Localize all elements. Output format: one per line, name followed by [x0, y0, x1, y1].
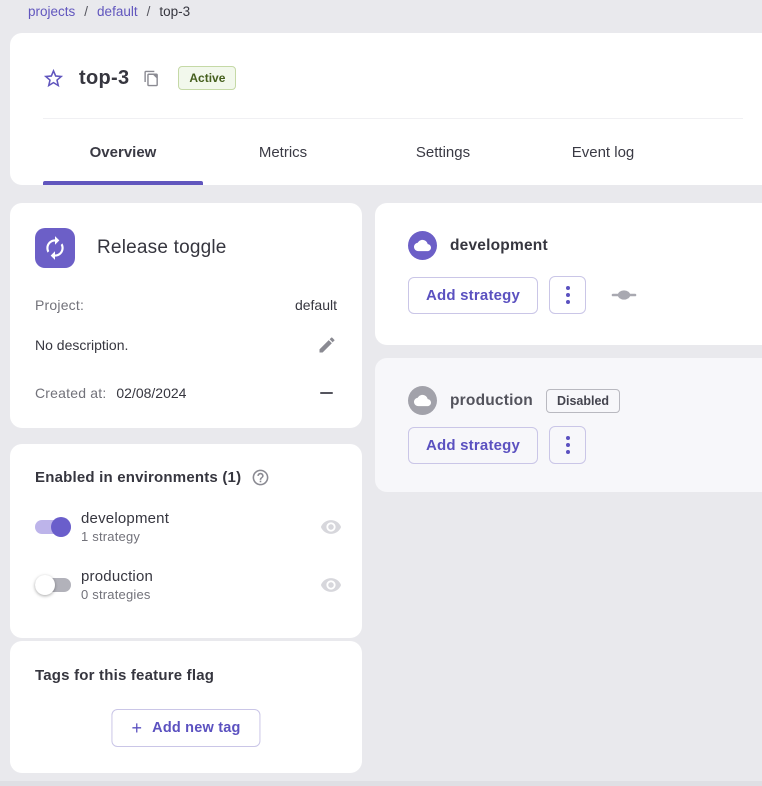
favorite-button[interactable] [42, 67, 65, 90]
created-at: Created at: 02/08/2024 [35, 385, 186, 401]
description-row: No description. [35, 335, 337, 355]
star-icon [42, 67, 65, 90]
tab-metrics[interactable]: Metrics [203, 119, 363, 185]
cloud-icon [414, 237, 431, 254]
environment-card-title: development [450, 237, 548, 255]
flag-type-label: Release toggle [97, 237, 227, 259]
development-more-actions-button[interactable] [549, 276, 586, 314]
minus-icon [320, 392, 333, 394]
feature-flag-page: projects / default / top-3 top-3 Active … [0, 0, 762, 786]
kebab-dot [566, 286, 570, 290]
disabled-badge: Disabled [546, 389, 620, 413]
environment-strategy-count: 0 strategies [81, 587, 153, 602]
help-button[interactable] [251, 468, 270, 487]
preview-development-button[interactable] [320, 516, 342, 538]
add-strategy-button-development[interactable]: Add strategy [408, 277, 538, 314]
release-toggle-icon [35, 228, 75, 268]
cloud-icon [414, 392, 431, 409]
environment-card-development: development Add strategy [375, 203, 762, 345]
copy-name-button[interactable] [143, 70, 160, 87]
plus-icon: + [131, 721, 142, 735]
help-icon [251, 468, 270, 487]
environment-name: production [81, 568, 153, 585]
production-more-actions-button[interactable] [549, 426, 586, 464]
page-title: top-3 [79, 67, 129, 90]
kebab-dot [566, 293, 570, 297]
environment-row-production: production 0 strategies [35, 568, 342, 602]
copy-icon [143, 70, 160, 87]
add-new-tag-button[interactable]: + Add new tag [111, 709, 260, 747]
breadcrumb-projects-link[interactable]: projects [28, 4, 75, 19]
collapse-details-button[interactable] [320, 392, 333, 394]
kebab-dot [566, 436, 570, 440]
add-new-tag-label: Add new tag [152, 720, 240, 736]
page-bottom-strip [0, 781, 762, 786]
feature-header-card: top-3 Active Overview Metrics Settings E… [10, 33, 762, 185]
active-tab-indicator [43, 181, 203, 185]
environment-card-title: production [450, 392, 533, 410]
production-toggle[interactable] [35, 575, 71, 595]
environment-name: development [81, 510, 169, 527]
autorenew-icon [42, 235, 68, 261]
kebab-dot [566, 300, 570, 304]
breadcrumb-default-link[interactable]: default [97, 4, 138, 19]
tab-settings[interactable]: Settings [363, 119, 523, 185]
tab-overview[interactable]: Overview [43, 119, 203, 185]
breadcrumb-separator: / [147, 4, 151, 19]
preview-production-button[interactable] [320, 574, 342, 596]
project-label: Project: [35, 297, 84, 313]
enabled-environments-title: Enabled in environments (1) [35, 469, 241, 486]
tab-bar: Overview Metrics Settings Event log [43, 118, 743, 185]
status-badge: Active [178, 66, 236, 90]
created-at-value: 02/08/2024 [116, 385, 186, 401]
breadcrumb-separator: / [84, 4, 88, 19]
production-cloud-icon [408, 386, 437, 415]
project-row: Project: default [35, 297, 337, 313]
flag-type-row: Release toggle [35, 228, 227, 268]
development-toggle[interactable] [35, 517, 71, 537]
title-row: top-3 Active [42, 58, 236, 98]
add-strategy-button-production[interactable]: Add strategy [408, 427, 538, 464]
description-text: No description. [35, 337, 128, 353]
eye-icon [320, 574, 342, 596]
breadcrumb: projects / default / top-3 [28, 4, 190, 19]
strategy-separator-icon [611, 286, 637, 304]
edit-description-button[interactable] [317, 335, 337, 355]
tags-card: Tags for this feature flag + Add new tag [10, 641, 362, 773]
enabled-environments-panel: Enabled in environments (1) development … [10, 444, 362, 638]
environment-row-development: development 1 strategy [35, 510, 342, 544]
project-value: default [295, 297, 337, 313]
environment-card-production: production Disabled Add strategy [375, 358, 762, 492]
pencil-icon [317, 335, 337, 355]
kebab-dot [566, 450, 570, 454]
feature-details-card: Release toggle Project: default No descr… [10, 203, 362, 428]
tags-title: Tags for this feature flag [35, 667, 214, 684]
created-at-row: Created at: 02/08/2024 [35, 385, 337, 401]
development-cloud-icon [408, 231, 437, 260]
breadcrumb-current: top-3 [159, 4, 190, 19]
tab-event-log[interactable]: Event log [523, 119, 683, 185]
kebab-dot [566, 443, 570, 447]
eye-icon [320, 516, 342, 538]
environment-strategy-count: 1 strategy [81, 529, 169, 544]
created-at-label: Created at: [35, 385, 106, 401]
